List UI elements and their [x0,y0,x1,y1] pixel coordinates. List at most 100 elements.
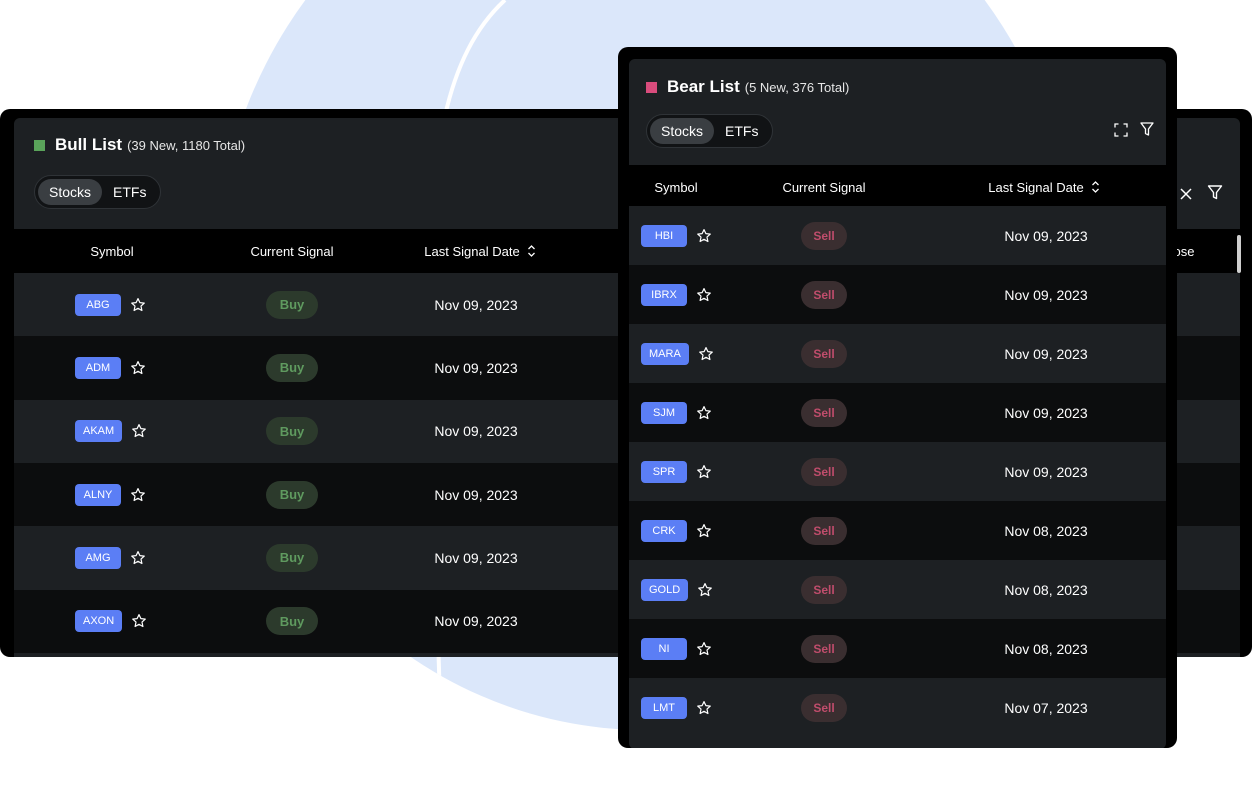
close-icon[interactable] [1178,186,1194,202]
table-row[interactable]: SPR Sell Nov 09, 2023 [629,442,1166,501]
bear-tab-stocks[interactable]: Stocks [650,118,715,144]
bull-tab-switch: Stocks ETFs [34,175,162,209]
ticker-badge[interactable]: SJM [641,401,687,424]
bull-tab-stocks[interactable]: Stocks [38,179,103,205]
date-cell: Nov 09, 2023 [416,273,536,336]
ticker-badge[interactable]: IBRX [641,283,687,306]
signal-date: Nov 09, 2023 [434,296,518,313]
table-row[interactable]: CRK Sell Nov 08, 2023 [629,501,1166,560]
bear-tab-etfs[interactable]: ETFs [714,118,769,144]
bear-list-card: Bear List (5 New, 376 Total) Stocks ETFs… [618,47,1177,748]
signal-badge: Sell [801,693,847,722]
signal-badge: Sell [801,457,847,486]
symbol-cell: HBI [641,206,712,265]
bull-tab-etfs[interactable]: ETFs [102,179,157,205]
date-cell: Nov 09, 2023 [986,206,1106,265]
date-cell: Nov 08, 2023 [986,560,1106,619]
table-row[interactable]: SJM Sell Nov 09, 2023 [629,383,1166,442]
signal-cell: Sell [764,383,884,442]
star-icon[interactable] [696,523,712,539]
star-icon[interactable] [696,405,712,421]
star-icon[interactable] [698,346,714,362]
symbol-cell: CRK [641,501,712,560]
symbol-cell: AMG [75,526,146,589]
ticker-badge[interactable]: NI [641,637,687,660]
date-cell: Nov 09, 2023 [416,526,536,589]
ticker-badge[interactable]: HBI [641,224,687,247]
signal-badge: Buy [266,417,318,446]
table-row[interactable]: NI Sell Nov 08, 2023 [629,619,1166,678]
symbol-cell: ALNY [75,463,146,526]
ticker-badge[interactable]: ALNY [75,483,121,506]
bull-col-date[interactable]: Last Signal Date [410,229,550,273]
table-row[interactable]: MARA Sell Nov 09, 2023 [629,324,1166,383]
symbol-cell: AKAM [75,400,147,463]
table-row[interactable]: IBRX Sell Nov 09, 2023 [629,265,1166,324]
ticker-badge[interactable]: GOLD [641,578,689,601]
star-icon[interactable] [130,297,146,313]
ticker-badge[interactable]: LMT [641,696,687,719]
date-cell: Nov 09, 2023 [416,590,536,653]
signal-badge: Buy [266,480,318,509]
star-icon[interactable] [131,613,147,629]
star-icon[interactable] [696,641,712,657]
signal-date: Nov 09, 2023 [434,613,518,630]
ticker-badge[interactable]: SPR [641,460,687,483]
table-row[interactable]: HBI Sell Nov 09, 2023 [629,206,1166,265]
ticker-badge[interactable]: ADM [75,356,121,379]
ticker-badge[interactable]: AKAM [75,420,123,443]
bear-col-signal: Current Signal [782,179,866,195]
star-icon[interactable] [130,550,146,566]
date-cell: Nov 07, 2023 [986,678,1106,737]
sort-icon[interactable] [527,244,536,258]
ticker-badge[interactable]: CRK [641,519,687,542]
signal-cell: Buy [232,273,352,336]
star-icon[interactable] [131,423,147,439]
signal-cell: Buy [232,400,352,463]
ticker-badge[interactable]: MARA [641,342,689,365]
signal-cell: Buy [232,590,352,653]
expand-icon[interactable] [1113,122,1129,138]
bear-marker-icon [646,81,657,93]
signal-cell: Buy [232,463,352,526]
date-cell: Nov 09, 2023 [986,383,1106,442]
star-icon[interactable] [696,700,712,716]
ticker-badge[interactable]: AXON [75,610,123,633]
signal-badge: Buy [266,607,318,636]
filter-icon[interactable] [1140,121,1154,137]
signal-date: Nov 07, 2023 [1004,699,1088,716]
filter-icon[interactable] [1207,184,1223,201]
signal-cell: Sell [764,560,884,619]
symbol-cell: LMT [641,678,712,737]
ticker-badge[interactable]: ABG [75,293,121,316]
star-icon[interactable] [696,228,712,244]
bull-col-signal: Current Signal [250,243,334,259]
scrollbar[interactable] [1237,235,1241,273]
star-icon[interactable] [130,487,146,503]
sort-icon[interactable] [1091,180,1100,194]
signal-badge: Buy [266,353,318,382]
symbol-cell: SPR [641,442,712,501]
signal-date: Nov 09, 2023 [434,423,518,440]
bear-col-date[interactable]: Last Signal Date [974,165,1114,209]
table-row[interactable]: LMT Sell Nov 07, 2023 [629,678,1166,737]
table-row[interactable]: GOLD Sell Nov 08, 2023 [629,560,1166,619]
symbol-cell: ABG [75,273,146,336]
bear-col-date-label: Last Signal Date [988,179,1084,195]
star-icon[interactable] [130,360,146,376]
symbol-cell: MARA [641,324,714,383]
date-cell: Nov 09, 2023 [416,463,536,526]
signal-badge: Buy [266,290,318,319]
signal-date: Nov 09, 2023 [434,549,518,566]
bear-tab-switch: Stocks ETFs [646,114,774,148]
bull-counts: (39 New, 1180 Total) [127,137,246,153]
symbol-cell: AXON [75,590,147,653]
signal-cell: Buy [232,526,352,589]
signal-badge: Buy [266,543,318,572]
ticker-badge[interactable]: AMG [75,546,121,569]
signal-date: Nov 09, 2023 [1004,404,1088,421]
star-icon[interactable] [696,464,712,480]
star-icon[interactable] [697,582,713,598]
star-icon[interactable] [696,287,712,303]
signal-cell: Sell [764,442,884,501]
